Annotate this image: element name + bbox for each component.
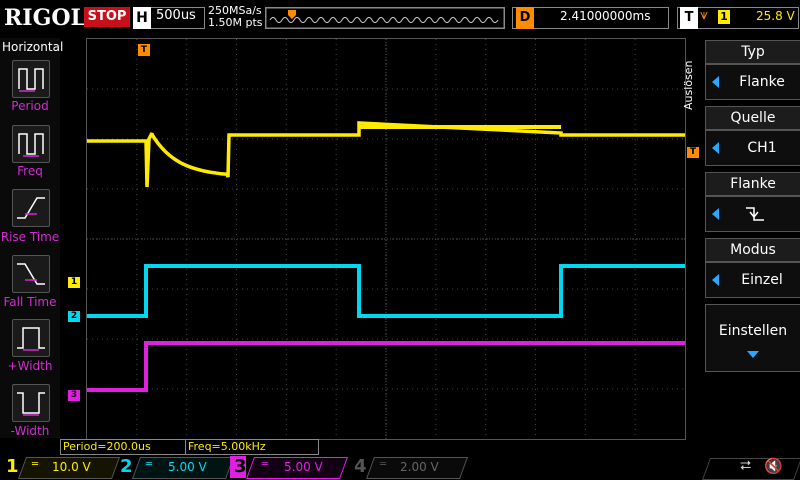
ch4-coupling-icon: ═ [380, 459, 387, 470]
freq-button[interactable] [12, 125, 50, 163]
ch2-coupling-icon: ═ [146, 459, 153, 470]
memory-depth: 1.50M pts [208, 16, 263, 29]
menu-arrow-icon [712, 142, 719, 154]
ch2-offset-marker[interactable]: 2 [68, 311, 80, 322]
period-button[interactable] [12, 60, 50, 98]
memory-overview [265, 7, 505, 29]
trigger-position-marker[interactable]: T [138, 44, 150, 56]
period-icon [18, 68, 44, 92]
menu-type-button[interactable]: Flanke [705, 64, 800, 100]
positive-width-button[interactable] [12, 319, 50, 357]
menu-mode-header: Modus [705, 238, 800, 262]
trigger-level: 25.8 V [756, 9, 795, 23]
trigger-key: T [680, 7, 698, 29]
menu-type-header: Typ [705, 40, 800, 64]
falling-edge-icon [746, 207, 764, 221]
ch1-scale: 10.0 V [52, 460, 91, 474]
delay-key: D [516, 7, 534, 29]
menu-mode-button[interactable]: Einzel [705, 262, 800, 298]
menu-arrow-icon [712, 208, 719, 220]
rise-time-icon [17, 197, 45, 219]
fall-time-button[interactable] [12, 255, 50, 293]
menu-title: Auslösen [682, 60, 695, 110]
memory-waveform-overview [265, 7, 505, 29]
ch1-offset-marker[interactable]: 1 [68, 277, 80, 288]
ch3-scale: 5.00 V [284, 460, 323, 474]
positive-width-icon [17, 327, 45, 351]
ch3-number: 3 [234, 456, 247, 477]
speaker-mute-icon: 🔇 [764, 457, 783, 475]
trigger-level-marker[interactable]: T [687, 147, 699, 158]
timebase-value: 500us [156, 8, 196, 23]
menu-source-button[interactable]: CH1 [705, 130, 800, 166]
menu-slope-button[interactable] [705, 196, 800, 232]
positive-width-label: +Width [7, 359, 53, 373]
menu-arrow-icon [712, 274, 719, 286]
ch2-scale: 5.00 V [168, 460, 207, 474]
waveform-grid [87, 39, 685, 439]
menu-source-header: Quelle [705, 106, 800, 130]
trigger-channel-badge: 1 [718, 10, 730, 24]
ch3-coupling-icon: ═ [262, 459, 269, 470]
ch4-number: 4 [354, 456, 367, 477]
brand-logo: RIGOL [4, 5, 86, 31]
freq-measurement: Freq=5.00kHz [185, 439, 319, 455]
rise-time-label: Rise Time [0, 230, 60, 244]
delay-value: 2.41000000ms [560, 9, 651, 23]
usb-icon: ⮂ [740, 458, 752, 474]
ch1-coupling-icon: ═ [32, 459, 39, 470]
trigger-edge-icon: ⩛ [700, 7, 708, 23]
rise-time-button[interactable] [12, 189, 50, 227]
freq-icon [18, 133, 44, 157]
ch3-offset-marker[interactable]: 3 [68, 390, 80, 401]
ch2-number: 2 [120, 456, 133, 477]
settings-label: Einstellen [718, 323, 788, 339]
chevron-down-icon [747, 351, 759, 358]
period-measurement: Period=200.0us [60, 439, 186, 455]
run-stop-status[interactable]: STOP [84, 7, 130, 27]
freq-label: Freq [17, 164, 43, 178]
menu-slope-header: Flanke [705, 172, 800, 196]
settings-button[interactable]: Einstellen [705, 304, 800, 372]
menu-arrow-icon [712, 76, 719, 88]
ch1-number: 1 [6, 456, 19, 477]
waveform-display[interactable] [86, 38, 686, 440]
negative-width-button[interactable] [12, 384, 50, 422]
memory-trigger-marker [288, 10, 296, 19]
period-label: Period [11, 99, 49, 113]
ch4-scale: 2.00 V [400, 460, 439, 474]
negative-width-icon [17, 392, 45, 416]
measurement-panel-title: Horizontal [2, 40, 64, 54]
fall-time-label: Fall Time [3, 295, 57, 309]
negative-width-label: -Width [10, 424, 50, 438]
horizontal-key: H [133, 7, 151, 29]
fall-time-icon [17, 263, 45, 285]
